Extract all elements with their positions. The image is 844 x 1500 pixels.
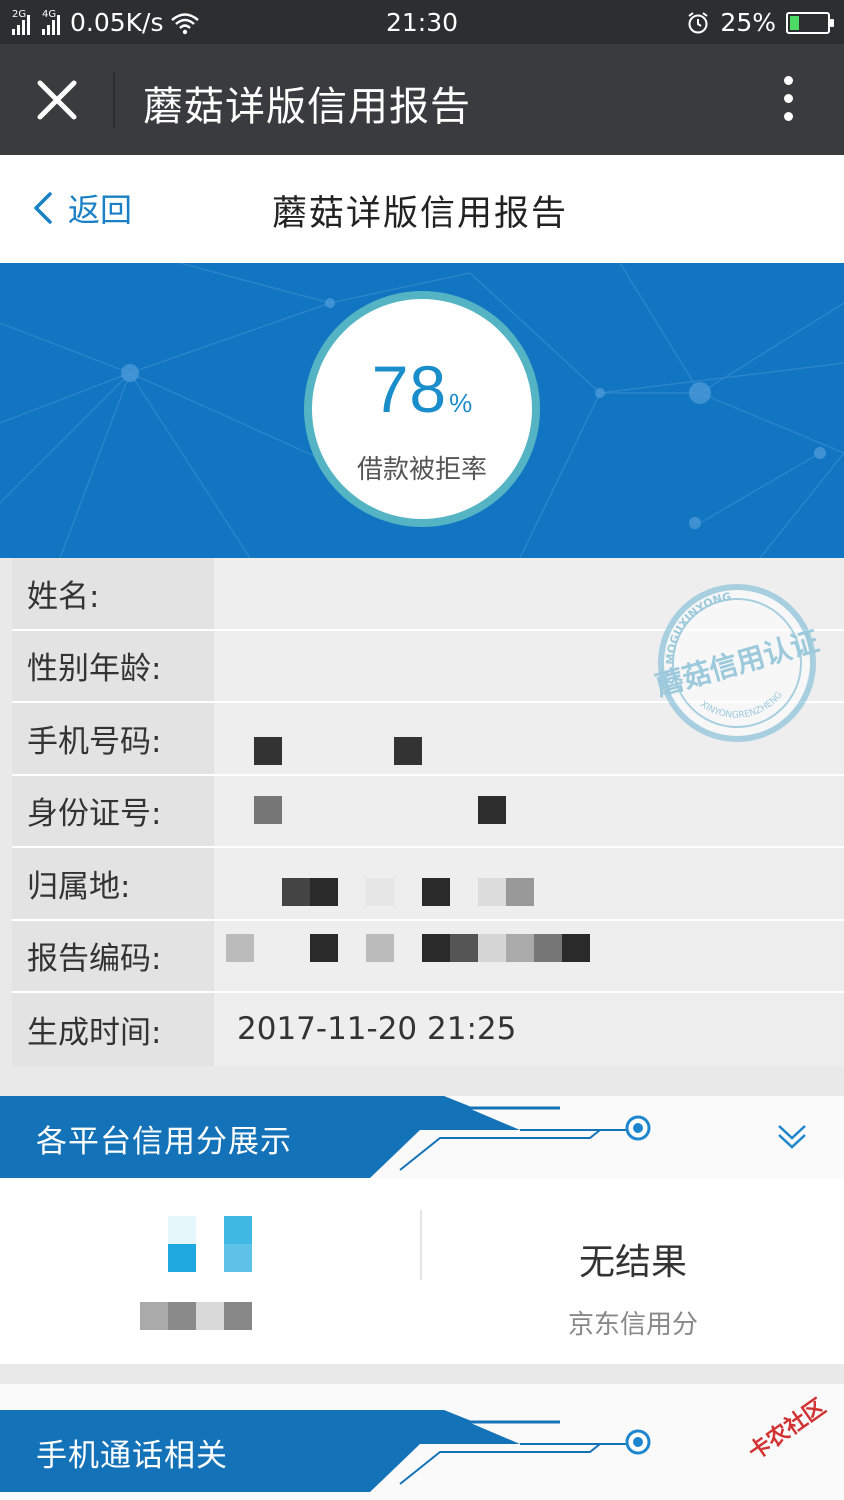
- battery-fill: [790, 15, 799, 30]
- divider: [113, 72, 115, 128]
- section-title-phone: 手机通话相关: [36, 1438, 228, 1474]
- screen: 2G 4G 0.05K/s 21:30 25% ⚡ 蘑菇详版信用报告 返回 蘑菇…: [0, 0, 844, 1500]
- back-button[interactable]: 返回: [32, 185, 132, 231]
- nav-bar: 返回 蘑菇详版信用报告: [0, 155, 844, 263]
- id-label: 身份证号:: [12, 775, 214, 846]
- close-icon[interactable]: [34, 77, 80, 123]
- more-menu-icon[interactable]: [776, 76, 800, 126]
- generated-value: 2017-11-20 21:25: [237, 1011, 517, 1048]
- reject-rate-value: 78: [371, 352, 448, 426]
- jd-score-result: 无结果: [578, 1242, 687, 1283]
- reject-rate-ring: 78% 借款被拒率: [304, 291, 540, 527]
- battery-icon: ⚡: [786, 9, 834, 34]
- reject-rate-unit: %: [449, 388, 473, 418]
- info-row-location: 归属地:: [12, 848, 844, 921]
- redacted-score-source: [140, 1302, 260, 1330]
- redacted-report-no: [226, 933, 626, 962]
- info-row-generated: 生成时间: 2017-11-20 21:25: [12, 993, 844, 1066]
- generated-label: 生成时间:: [12, 993, 214, 1066]
- section-title-scores: 各平台信用分展示: [36, 1124, 292, 1160]
- credit-scores-panel: 无结果 京东信用分: [0, 1178, 844, 1364]
- page-title: 蘑菇详版信用报告: [272, 194, 569, 234]
- location-label: 归属地:: [12, 848, 214, 919]
- redacted-id: [254, 795, 554, 824]
- redacted-location: [282, 878, 582, 906]
- gender-age-label: 性别年龄:: [12, 630, 214, 701]
- redacted-phone: [254, 737, 454, 765]
- report-no-label: 报告编码:: [12, 920, 214, 991]
- info-row-report-no: 报告编码:: [12, 920, 844, 993]
- phone-label: 手机号码:: [12, 703, 214, 774]
- reject-rate: 78%: [312, 351, 532, 427]
- chevron-left-icon: [34, 192, 52, 224]
- name-label: 姓名:: [12, 558, 214, 629]
- status-bar: 2G 4G 0.05K/s 21:30 25% ⚡: [0, 0, 844, 44]
- section-header-scores[interactable]: 各平台信用分展示: [0, 1096, 844, 1178]
- battery-percent: 25%: [720, 8, 776, 37]
- reject-rate-label: 借款被拒率: [356, 455, 487, 485]
- app-bar: 蘑菇详版信用报告: [0, 44, 844, 155]
- divider: [420, 1210, 422, 1280]
- alarm-icon: [688, 11, 709, 33]
- section-gap: [0, 1364, 844, 1384]
- section-header-phone[interactable]: 手机通话相关: [0, 1410, 844, 1492]
- back-label: 返回: [68, 191, 133, 229]
- jd-score-source: 京东信用分: [567, 1310, 698, 1340]
- redacted-score: [168, 1216, 258, 1272]
- charging-icon: ⚡: [800, 9, 815, 34]
- hero-banner: 78% 借款被拒率: [0, 263, 844, 558]
- app-title: 蘑菇详版信用报告: [143, 84, 471, 130]
- info-row-id: 身份证号:: [12, 775, 844, 848]
- chevron-down-icon[interactable]: [776, 1120, 808, 1152]
